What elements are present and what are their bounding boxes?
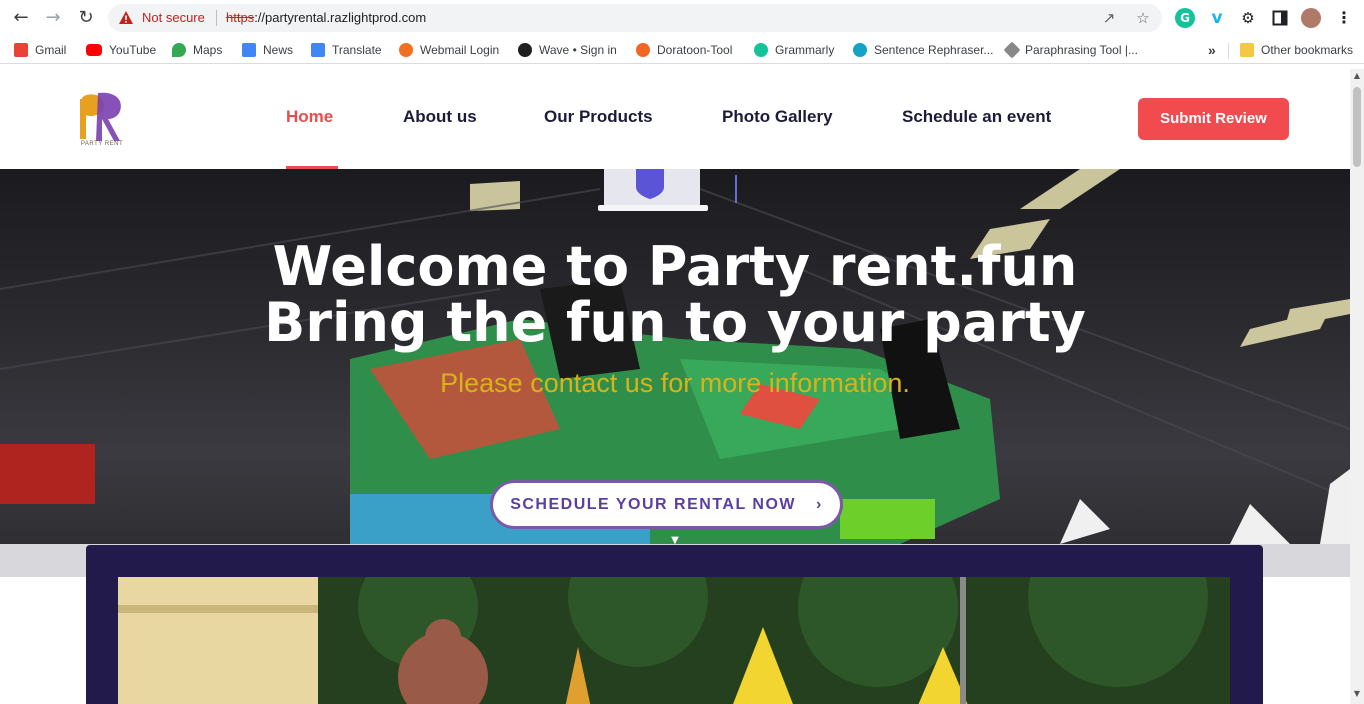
- nav-photo-gallery[interactable]: Photo Gallery: [722, 107, 833, 127]
- rephraser-icon: [853, 43, 867, 57]
- bookmark-translate[interactable]: Translate: [311, 42, 382, 58]
- page-scrollbar[interactable]: ▲ ▼: [1350, 69, 1364, 704]
- gmail-icon: [14, 43, 28, 57]
- scroll-down-icon[interactable]: ▼: [668, 536, 682, 546]
- forward-icon[interactable]: →: [41, 6, 65, 30]
- browser-toolbar: ← → ↻ Not secure https://partyrental.raz…: [0, 0, 1364, 36]
- url-text[interactable]: https://partyrental.razlightprod.com: [226, 10, 426, 25]
- youtube-icon: [86, 44, 102, 56]
- bookmark-rephraser[interactable]: Sentence Rephraser...: [853, 42, 993, 58]
- paraphrase-icon: [1003, 41, 1021, 59]
- feature-image: [118, 577, 1230, 704]
- bookmark-label: Doratoon-Tool: [657, 43, 733, 57]
- nav-our-products[interactable]: Our Products: [544, 107, 653, 127]
- bookmark-label: YouTube: [109, 43, 157, 57]
- bookmark-label: Gmail: [35, 43, 67, 57]
- url-scheme: https: [226, 10, 255, 25]
- site-header: PARTY RENT Home About us Our Products Ph…: [0, 69, 1350, 169]
- bookmark-label: Maps: [193, 43, 223, 57]
- bookmarks-bar: Gmail YouTube Maps News Translate Webmai…: [0, 36, 1364, 64]
- bookmark-youtube[interactable]: YouTube: [86, 42, 156, 58]
- bookmark-label: Paraphrasing Tool |...: [1025, 43, 1138, 57]
- bookmark-star-icon[interactable]: ☆: [1134, 9, 1152, 27]
- warning-icon: [119, 11, 133, 24]
- wave-icon: [518, 43, 532, 57]
- not-secure-label[interactable]: Not secure: [142, 10, 205, 25]
- submit-review-button[interactable]: Submit Review: [1138, 98, 1289, 140]
- news-icon: [242, 43, 256, 57]
- logo-text: PARTY RENT: [80, 141, 124, 147]
- other-bookmarks-label: Other bookmarks: [1261, 43, 1354, 57]
- bookmark-label: Wave • Sign in: [539, 43, 617, 57]
- side-panel-icon[interactable]: [1270, 8, 1290, 28]
- schedule-rental-button[interactable]: SCHEDULE YOUR RENTAL NOW ›: [490, 480, 843, 529]
- bookmark-gmail[interactable]: Gmail: [14, 42, 66, 58]
- nav-about-us[interactable]: About us: [403, 107, 477, 127]
- back-icon[interactable]: ←: [9, 6, 33, 30]
- bookmark-grammarly[interactable]: Grammarly: [754, 42, 834, 58]
- bookmark-paraphrase[interactable]: Paraphrasing Tool |...: [1003, 41, 1138, 59]
- bookmark-label: Webmail Login: [420, 43, 500, 57]
- bookmark-webmail[interactable]: Webmail Login: [399, 42, 499, 58]
- bookmark-maps[interactable]: Maps: [172, 42, 222, 58]
- url-host: ://partyrental.razlightprod.com: [254, 10, 427, 25]
- feature-photo: [118, 577, 1230, 704]
- scrollbar-thumb[interactable]: [1353, 87, 1361, 167]
- other-bookmarks-folder[interactable]: Other bookmarks: [1240, 42, 1353, 58]
- web-page: PARTY RENT Home About us Our Products Ph…: [0, 69, 1350, 704]
- scroll-up-arrow-icon[interactable]: ▲: [1353, 71, 1361, 80]
- bookmark-label: News: [263, 43, 294, 57]
- vimeo-extension-icon[interactable]: v: [1207, 8, 1227, 28]
- hero-subtitle: Please contact us for more information.: [440, 368, 910, 398]
- bookmark-news[interactable]: News: [242, 42, 293, 58]
- hero-title-line2: Bring the fun to your party: [264, 291, 1086, 354]
- grammarly-icon: [754, 43, 768, 57]
- share-icon[interactable]: ↗: [1100, 9, 1118, 27]
- omnibox-divider: [216, 10, 217, 26]
- folder-icon: [1240, 43, 1254, 57]
- grammarly-extension-icon[interactable]: G: [1175, 8, 1195, 28]
- bookmark-label: Translate: [332, 43, 382, 57]
- nav-schedule-event[interactable]: Schedule an event: [902, 107, 1051, 127]
- scroll-down-arrow-icon[interactable]: ▼: [1353, 689, 1361, 698]
- more-bookmarks-button[interactable]: »: [1208, 42, 1216, 58]
- browser-menu-icon[interactable]: ⋮: [1334, 8, 1354, 28]
- bookmark-wave[interactable]: Wave • Sign in: [518, 42, 617, 58]
- translate-icon: [311, 43, 325, 57]
- bookmark-label: Sentence Rephraser...: [874, 43, 994, 57]
- profile-avatar-icon[interactable]: [1301, 8, 1321, 28]
- schedule-rental-label: SCHEDULE YOUR RENTAL NOW: [510, 496, 796, 513]
- reload-icon[interactable]: ↻: [74, 6, 98, 30]
- maps-icon: [172, 43, 186, 57]
- extensions-puzzle-icon[interactable]: ⚙: [1238, 8, 1258, 28]
- webmail-icon: [399, 43, 413, 57]
- hero-title-line1: Welcome to Party rent.fun: [272, 235, 1078, 298]
- bookmarks-divider: [1228, 43, 1229, 59]
- address-bar[interactable]: Not secure https://partyrental.razlightp…: [108, 4, 1162, 32]
- bookmark-doratoon[interactable]: Doratoon-Tool: [636, 42, 732, 58]
- doratoon-icon: [636, 43, 650, 57]
- hero-banner: Welcome to Party rent.fun Bring the fun …: [0, 169, 1350, 577]
- bookmark-label: Grammarly: [775, 43, 835, 57]
- chevron-right-icon: ›: [815, 496, 823, 513]
- nav-home[interactable]: Home: [286, 107, 333, 127]
